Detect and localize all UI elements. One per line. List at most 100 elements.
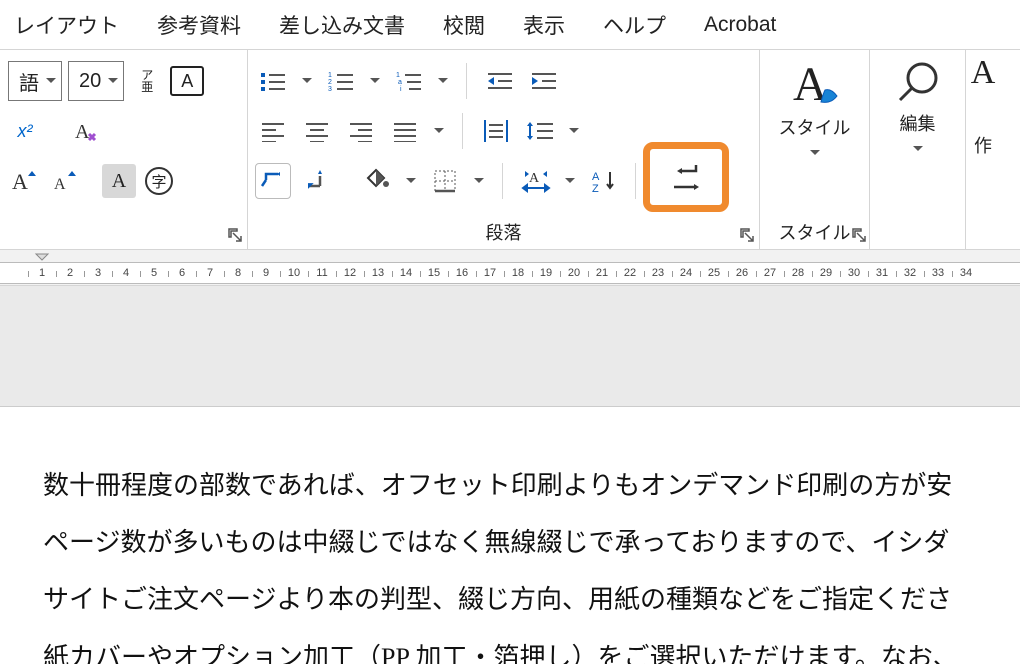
ruler-tick: 24 [680,267,692,279]
ruler-tick: 29 [820,267,832,279]
ruler-tick: 18 [512,267,524,279]
ruler-tick: 3 [95,267,101,279]
font-group: 語 20 ア 亜 A x² A [0,50,248,249]
ruler-tick: 25 [708,267,720,279]
character-border-button[interactable]: A [170,66,204,96]
numbering-dropdown[interactable] [368,76,382,86]
body-line[interactable]: 数十冊程度の部数であれば、オフセット印刷よりもオンデマンド印刷の方が安 [43,457,1020,514]
ruler-tick: 9 [263,267,269,279]
ruler-tick: 4 [123,267,129,279]
align-center-button[interactable] [300,114,334,148]
decrease-indent-button[interactable] [483,64,517,98]
addins-group-partial[interactable]: A 作 [966,50,994,249]
align-left-button[interactable] [256,114,290,148]
fit-text-dropdown[interactable] [563,176,577,186]
fontsize-combo[interactable]: 20 [68,61,124,101]
align-dropdown[interactable] [432,126,446,136]
svg-text:1: 1 [328,72,332,79]
language-combo[interactable]: 語 [8,61,62,101]
ruler-tick: 1 [39,267,45,279]
addins-label-partial: 作 [974,132,992,158]
align-right-button[interactable] [344,114,378,148]
tab-review[interactable]: 校閲 [443,10,485,40]
shading-button[interactable] [360,164,394,198]
line-spacing-dropdown[interactable] [567,126,581,136]
styles-label: スタイル [779,114,851,140]
editing-label: 編集 [900,110,936,136]
styles-gallery[interactable]: A スタイル スタイル [760,50,870,249]
chevron-down-icon [912,142,924,160]
svg-text:A: A [12,169,28,194]
shrink-font-button[interactable]: A [48,164,82,198]
ruler-tick: 31 [876,267,888,279]
ruler-tick: 20 [568,267,580,279]
borders-button[interactable] [428,164,462,198]
multilevel-list-button[interactable]: 1ai [392,64,426,98]
asian-layout-button[interactable] [256,164,290,198]
ruler-tick: 6 [179,267,185,279]
tab-layout[interactable]: レイアウト [14,10,119,40]
line-spacing-button[interactable] [523,114,557,148]
search-icon [892,56,944,108]
ruler-tick: 13 [372,267,384,279]
ribbon: 語 20 ア 亜 A x² A [0,50,1020,250]
body-line[interactable]: ページ数が多いものは中綴じではなく無線綴じで承っておりますので、イシダ [43,514,1020,571]
ruler-tick: 8 [235,267,241,279]
styles-group-launcher[interactable] [851,227,867,243]
bullets-dropdown[interactable] [300,76,314,86]
tab-view[interactable]: 表示 [523,10,565,40]
grow-font-button[interactable]: A [8,164,42,198]
ruler-tick: 14 [400,267,412,279]
svg-text:A: A [75,121,90,143]
fit-text-button[interactable]: A [519,164,553,198]
svg-text:A: A [54,176,66,193]
fontsize-text: 20 [79,70,101,93]
paragraph-group-launcher[interactable] [739,227,755,243]
show-paragraph-marks-button[interactable] [650,149,722,205]
ruler-tick: 34 [960,267,972,279]
paragraph-group-label: 段落 [248,219,759,245]
tab-mailings[interactable]: 差し込み文書 [279,10,405,40]
ruler-tick: 2 [67,267,73,279]
shading-dropdown[interactable] [404,176,418,186]
bullets-button[interactable] [256,64,290,98]
svg-text:2: 2 [328,79,332,86]
tab-references[interactable]: 参考資料 [157,10,241,40]
document-page[interactable]: 数十冊程度の部数であれば、オフセット印刷よりもオンデマンド印刷の方が安 ページ数… [0,406,1020,664]
text-highlight-button[interactable]: A [102,164,136,198]
ruler-tick: 16 [456,267,468,279]
clear-formatting-button[interactable]: A [68,114,102,148]
distribute-text-button[interactable] [479,114,513,148]
ruler-tick: 12 [344,267,356,279]
align-justify-button[interactable] [388,114,422,148]
ruby-button[interactable]: ア 亜 [130,64,164,98]
paragraph-group: 123 1ai [248,50,760,249]
text-direction-button[interactable] [300,164,334,198]
ruler-tick: 5 [151,267,157,279]
body-line[interactable]: サイトご注文ページより本の判型、綴じ方向、用紙の種類などをご指定くださ [43,571,1020,628]
superscript-button[interactable]: x² [8,114,42,148]
document-area[interactable]: 数十冊程度の部数であれば、オフセット印刷よりもオンデマンド印刷の方が安 ページ数… [0,286,1020,664]
chevron-down-icon [45,70,57,93]
tab-acrobat[interactable]: Acrobat [704,13,776,37]
body-line[interactable]: 紙カバーやオプション加工（PP 加工・箔押し）をご選択いただけます。なお、 [43,629,1020,664]
svg-text:A: A [529,171,540,186]
ruler-tick: 22 [624,267,636,279]
enclose-characters-button[interactable]: 字 [142,164,176,198]
ruler-tick: 32 [904,267,916,279]
ribbon-tabs: レイアウト 参考資料 差し込み文書 校閲 表示 ヘルプ Acrobat [0,0,1020,50]
editing-group[interactable]: 編集 [870,50,966,249]
ruler-tick: 28 [792,267,804,279]
sort-button[interactable]: AZ [587,164,621,198]
font-group-launcher[interactable] [227,227,243,243]
ruler-tick: 26 [736,267,748,279]
numbering-button[interactable]: 123 [324,64,358,98]
ruler-tick: 19 [540,267,552,279]
multilevel-dropdown[interactable] [436,76,450,86]
chevron-down-icon [809,146,821,164]
increase-indent-button[interactable] [527,64,561,98]
horizontal-ruler[interactable]: 1234567891011121314151617181920212223242… [0,250,1020,286]
borders-dropdown[interactable] [472,176,486,186]
tab-help[interactable]: ヘルプ [603,10,666,40]
styles-icon: A [785,56,845,112]
